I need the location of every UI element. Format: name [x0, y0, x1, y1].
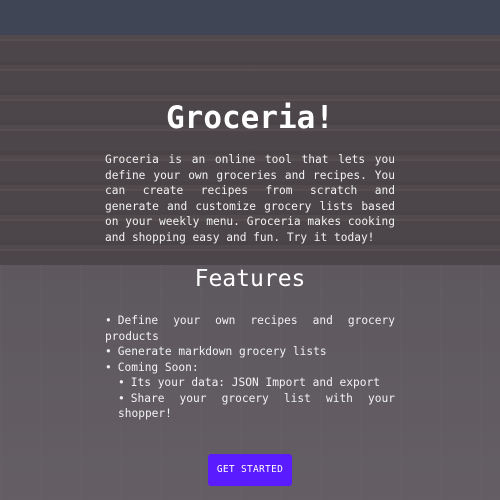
coming-soon-text: Its your data: JSON Import and export	[130, 376, 380, 389]
get-started-button[interactable]: GET STARTED	[208, 454, 292, 486]
feature-text: Define your own recipes and grocery prod…	[105, 314, 395, 343]
coming-soon-item: • Share your grocery list with your shopp…	[118, 391, 395, 422]
features-list: • Define your own recipes and grocery pro…	[105, 313, 395, 422]
feature-item: • Define your own recipes and grocery pro…	[105, 313, 395, 344]
feature-text: Generate markdown grocery lists	[117, 345, 327, 358]
bullet-icon: •	[105, 314, 112, 327]
page-title: Groceria!	[166, 100, 334, 136]
bullet-icon: •	[118, 376, 125, 389]
bullet-icon: •	[118, 391, 125, 405]
bullet-icon: •	[105, 360, 112, 374]
coming-soon-text: Share your grocery list with your shoppe…	[118, 391, 395, 421]
coming-soon-list: • Its your data: JSON Import and export •…	[105, 375, 395, 422]
bullet-icon: •	[105, 345, 112, 358]
top-navbar	[0, 0, 500, 35]
feature-item: • Generate markdown grocery lists	[105, 344, 395, 360]
intro-paragraph: Groceria is an online tool that lets you…	[105, 153, 395, 244]
features-heading: Features	[194, 266, 306, 292]
coming-soon-item: • Its your data: JSON Import and export	[118, 375, 395, 391]
feature-text: Coming Soon:	[117, 360, 199, 374]
feature-item: • Coming Soon: • Its your data: JSON Impor…	[105, 360, 395, 422]
